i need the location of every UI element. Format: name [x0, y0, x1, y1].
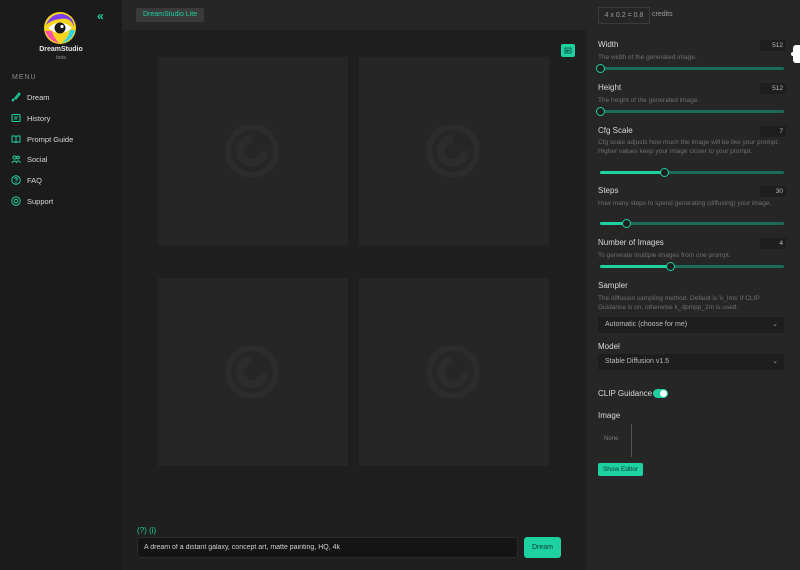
init-image-box[interactable]: None [598, 424, 632, 457]
sidebar-item-support[interactable]: Support [11, 194, 53, 208]
show-editor-button[interactable]: Show Editor [598, 463, 643, 476]
width-label: Width [598, 40, 619, 49]
steps-value[interactable]: 30 [760, 186, 786, 197]
slider-fill [600, 265, 670, 268]
chevron-down-icon: ⌄ [772, 321, 778, 328]
image-label: Image [598, 411, 621, 420]
placeholder-logo-icon [427, 346, 479, 398]
number-of-images-slider[interactable] [600, 262, 784, 271]
prompt-input[interactable] [137, 537, 518, 558]
width-description: The width of the generated image. [598, 54, 697, 61]
prompt-help-icons[interactable]: (?) (i) [137, 526, 156, 535]
sidebar-item-label: History [27, 113, 51, 123]
width-slider[interactable] [596, 64, 784, 73]
slider-handle[interactable] [660, 168, 670, 177]
top-bar: DreamStudio Lite [122, 0, 586, 30]
placeholder-logo-icon [226, 346, 278, 398]
collapse-sidebar-icon[interactable]: « [97, 9, 104, 23]
cfg-scale-description: Cfg scale adjusts how much the image wil… [598, 139, 779, 155]
number-of-images-label: Number of Images [598, 238, 664, 247]
people-icon [11, 155, 21, 164]
slider-handle[interactable] [665, 262, 675, 271]
credits-calculation: 4 x 0.2 = 0.8 [598, 7, 650, 24]
chevron-down-icon: ⌄ [772, 358, 778, 365]
sidebar-item-prompt-guide[interactable]: Prompt Guide [11, 132, 73, 146]
image-canvas [122, 30, 586, 570]
model-selected-value: Stable Diffusion v1.5 [605, 358, 670, 365]
project-tag[interactable]: DreamStudio Lite [136, 8, 205, 22]
clip-guidance-label: CLIP Guidance [598, 389, 653, 398]
history-icon [11, 113, 21, 123]
sidebar-item-label: FAQ [27, 175, 43, 185]
steps-label: Steps [598, 186, 619, 195]
settings-panel: 4 x 0.2 = 0.8 credits Width 512 The widt… [586, 0, 800, 570]
model-label: Model [598, 342, 620, 351]
brand-badge: beta [56, 55, 66, 61]
sidebar-item-faq[interactable]: FAQ [11, 173, 42, 187]
sidebar-item-label: Support [27, 196, 54, 206]
placeholder-logo-icon [427, 125, 479, 177]
cfg-scale-slider[interactable] [600, 168, 784, 177]
number-of-images-value[interactable]: 4 [760, 238, 786, 249]
sampler-selected-value: Automatic (choose for me) [605, 321, 688, 328]
sidebar-item-label: Prompt Guide [27, 134, 74, 144]
height-label: Height [598, 83, 622, 92]
image-placeholder[interactable] [158, 278, 348, 466]
slider-handle[interactable] [596, 107, 605, 116]
dreamstudio-logo [44, 12, 76, 44]
image-placeholder[interactable] [158, 57, 348, 245]
height-slider[interactable] [596, 107, 784, 116]
clip-guidance-toggle[interactable] [653, 389, 668, 398]
brand-name: DreamStudio [39, 46, 83, 53]
steps-slider[interactable] [600, 219, 784, 228]
sidebar-item-history[interactable]: History [11, 111, 50, 125]
panel-edge-knob [791, 52, 795, 56]
height-description: The height of the generated image. [598, 97, 700, 104]
slider-fill [600, 171, 665, 174]
sidebar-item-label: Social [27, 154, 48, 164]
steps-description: How many steps to spend generating (diff… [598, 200, 772, 207]
height-value[interactable]: 512 [760, 83, 786, 94]
sampler-description: The diffusion sampling method. Default i… [598, 295, 760, 311]
sidebar-item-social[interactable]: Social [11, 152, 47, 166]
number-of-images-description: To generate multiple images from one pro… [598, 252, 731, 259]
book-icon [11, 135, 21, 144]
image-placeholder[interactable] [359, 57, 549, 245]
image-placeholder[interactable] [359, 278, 549, 466]
sampler-select[interactable]: Automatic (choose for me) ⌄ [598, 317, 784, 333]
slider-handle[interactable] [621, 219, 631, 228]
init-image-placeholder: None [604, 436, 619, 442]
menu-header: MENU [12, 74, 37, 81]
sidebar-item-dream[interactable]: Dream [11, 90, 50, 104]
placeholder-logo-icon [226, 125, 278, 177]
sidebar: DreamStudio beta « MENU Dream History Pr… [0, 0, 122, 570]
support-icon [11, 196, 21, 206]
slider-handle[interactable] [596, 64, 605, 73]
sidebar-item-label: Dream [27, 92, 50, 102]
canvas-action-button[interactable] [561, 44, 575, 57]
sampler-label: Sampler [598, 281, 628, 290]
paint-brush-icon [11, 92, 21, 102]
toggle-knob [660, 390, 667, 397]
question-icon [11, 175, 21, 185]
cfg-scale-label: Cfg Scale [598, 126, 633, 135]
cfg-scale-value[interactable]: 7 [760, 126, 786, 137]
dream-button[interactable]: Dream [524, 537, 561, 558]
credits-label: credits [652, 11, 673, 18]
model-select[interactable]: Stable Diffusion v1.5 ⌄ [598, 354, 784, 370]
width-value[interactable]: 512 [760, 40, 786, 51]
